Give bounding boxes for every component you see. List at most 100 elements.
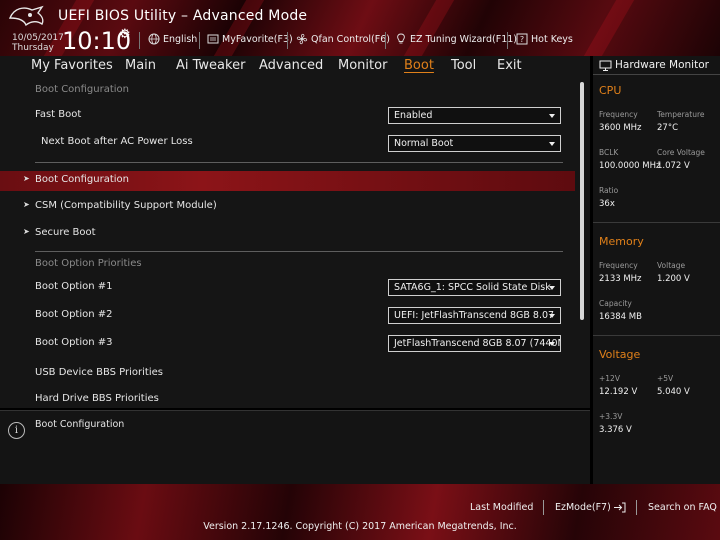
boot-option-3-select[interactable]: JetFlashTranscend 8GB 8.07 (7440MB) bbox=[388, 335, 561, 352]
boot-option-2-select[interactable]: UEFI: JetFlashTranscend 8GB 8.07 bbox=[388, 307, 561, 324]
last-modified-button[interactable]: Last Modified bbox=[470, 502, 533, 513]
boot-option-1-select[interactable]: SATA6G_1: SPCC Solid State Disk bbox=[388, 279, 561, 296]
memory-capacity-label: Capacity bbox=[599, 299, 632, 308]
header-divider bbox=[139, 32, 140, 49]
footer-divider bbox=[636, 500, 637, 515]
tab-advanced[interactable]: Advanced bbox=[259, 58, 323, 73]
myfavorite-label: MyFavorite(F3) bbox=[222, 33, 293, 45]
chevron-down-icon bbox=[549, 114, 555, 118]
favorite-icon bbox=[207, 34, 219, 44]
section-divider bbox=[35, 251, 563, 252]
next-boot-ac-loss-select[interactable]: Normal Boot bbox=[388, 135, 561, 152]
tab-ai-tweaker[interactable]: Ai Tweaker bbox=[176, 58, 245, 73]
search-faq-label: Search on FAQ bbox=[648, 502, 717, 513]
scrollbar[interactable] bbox=[580, 82, 584, 320]
header-divider bbox=[385, 32, 386, 49]
clock-settings-icon[interactable]: ⚙ bbox=[119, 27, 131, 42]
svg-text:?: ? bbox=[520, 35, 524, 44]
boot-settings-panel: Boot Configuration Fast Boot Enabled Nex… bbox=[0, 78, 590, 408]
myfavorite-button[interactable]: MyFavorite(F3) bbox=[207, 33, 293, 45]
hotkeys-icon: ? bbox=[516, 33, 528, 45]
chevron-right-icon: ➤ bbox=[23, 200, 30, 209]
cpu-core-voltage-value: 1.072 V bbox=[657, 161, 690, 171]
search-faq-button[interactable]: Search on FAQ bbox=[648, 502, 717, 513]
boot-option-2-label: Boot Option #2 bbox=[35, 309, 113, 320]
submenu-secure-boot[interactable]: ➤ Secure Boot bbox=[0, 224, 575, 244]
chevron-down-icon bbox=[549, 286, 555, 290]
qfan-control-label: Qfan Control(F6) bbox=[311, 33, 390, 45]
submenu-label: Boot Configuration bbox=[35, 174, 130, 185]
cpu-core-voltage-label: Core Voltage bbox=[657, 148, 705, 157]
ezmode-button[interactable]: EzMode(F7) bbox=[555, 502, 626, 513]
cpu-ratio-value: 36x bbox=[599, 199, 615, 209]
last-modified-label: Last Modified bbox=[470, 502, 534, 513]
hard-drive-bbs-priorities[interactable]: Hard Drive BBS Priorities bbox=[35, 393, 159, 404]
usb-device-bbs-priorities[interactable]: USB Device BBS Priorities bbox=[35, 367, 163, 378]
tab-boot[interactable]: Boot bbox=[404, 58, 434, 73]
voltage-12v-label: +12V bbox=[599, 374, 620, 383]
voltage-12v-value: 12.192 V bbox=[599, 387, 638, 397]
header-divider bbox=[199, 32, 200, 49]
language-label: English bbox=[163, 33, 198, 45]
hot-keys-label: Hot Keys bbox=[531, 33, 573, 45]
ez-tuning-wizard-button[interactable]: EZ Tuning Wizard(F11) bbox=[395, 33, 517, 45]
chevron-right-icon: ➤ bbox=[23, 227, 30, 236]
submenu-label: CSM (Compatibility Support Module) bbox=[35, 200, 217, 211]
tab-monitor[interactable]: Monitor bbox=[338, 58, 387, 73]
boot-option-1-label: Boot Option #1 bbox=[35, 281, 113, 292]
hardware-monitor-divider bbox=[593, 74, 720, 75]
fan-icon bbox=[296, 33, 308, 45]
tab-exit[interactable]: Exit bbox=[497, 58, 522, 73]
submenu-boot-configuration[interactable]: ➤ Boot Configuration bbox=[0, 171, 575, 191]
fast-boot-label: Fast Boot bbox=[35, 109, 82, 120]
cpu-frequency-label: Frequency bbox=[599, 110, 638, 119]
memory-frequency-label: Frequency bbox=[599, 261, 638, 270]
bulb-icon bbox=[397, 33, 405, 44]
cpu-bclk-value: 100.0000 MHz bbox=[599, 161, 661, 171]
chevron-down-icon bbox=[549, 342, 555, 346]
exit-to-ezmode-icon bbox=[613, 502, 626, 513]
section-divider bbox=[593, 335, 720, 336]
hardware-monitor-label: Hardware Monitor bbox=[615, 59, 709, 71]
help-panel: i Boot Configuration bbox=[0, 410, 590, 484]
submenu-label: Secure Boot bbox=[35, 227, 96, 238]
boot-configuration-heading: Boot Configuration bbox=[35, 84, 130, 95]
tab-tool[interactable]: Tool bbox=[451, 58, 476, 73]
tab-main[interactable]: Main bbox=[125, 58, 156, 73]
qfan-control-button[interactable]: Qfan Control(F6) bbox=[296, 33, 390, 45]
memory-voltage-value: 1.200 V bbox=[657, 274, 690, 284]
boot-option-2-value: UEFI: JetFlashTranscend 8GB 8.07 bbox=[394, 310, 555, 321]
memory-heading: Memory bbox=[599, 235, 644, 248]
chevron-right-icon: ➤ bbox=[23, 174, 30, 183]
copyright-text: Version 2.17.1246. Copyright (C) 2017 Am… bbox=[203, 521, 517, 532]
voltage-5v-value: 5.040 V bbox=[657, 387, 690, 397]
main-menu-bar: My Favorites Main Ai Tweaker Advanced Mo… bbox=[0, 56, 590, 78]
memory-voltage-label: Voltage bbox=[657, 261, 686, 270]
hot-keys-button[interactable]: ? Hot Keys bbox=[516, 33, 573, 45]
cpu-bclk-label: BCLK bbox=[599, 148, 619, 157]
boot-option-1-value: SATA6G_1: SPCC Solid State Disk bbox=[394, 282, 551, 293]
cpu-temperature-label: Temperature bbox=[657, 110, 705, 119]
tab-my-favorites[interactable]: My Favorites bbox=[31, 58, 113, 73]
voltage-5v-label: +5V bbox=[657, 374, 674, 383]
fast-boot-select[interactable]: Enabled bbox=[388, 107, 561, 124]
language-button[interactable]: English bbox=[148, 33, 197, 45]
info-icon: i bbox=[8, 422, 25, 439]
section-divider bbox=[35, 162, 563, 163]
title-bar: UEFI BIOS Utility – Advanced Mode 10/05/… bbox=[0, 0, 720, 56]
boot-option-3-value: JetFlashTranscend 8GB 8.07 (7440MB) bbox=[394, 338, 561, 349]
memory-frequency-value: 2133 MHz bbox=[599, 274, 642, 284]
boot-option-3-label: Boot Option #3 bbox=[35, 337, 113, 348]
chevron-down-icon bbox=[549, 314, 555, 318]
section-divider bbox=[593, 222, 720, 223]
header-divider bbox=[507, 32, 508, 49]
submenu-csm[interactable]: ➤ CSM (Compatibility Support Module) bbox=[0, 197, 575, 217]
voltage-heading: Voltage bbox=[599, 348, 641, 361]
hardware-monitor-title: Hardware Monitor bbox=[599, 59, 709, 71]
app-title: UEFI BIOS Utility – Advanced Mode bbox=[58, 8, 308, 24]
boot-option-priorities-heading: Boot Option Priorities bbox=[35, 258, 142, 269]
fast-boot-value: Enabled bbox=[394, 110, 433, 121]
monitor-icon bbox=[599, 60, 612, 71]
cpu-heading: CPU bbox=[599, 84, 622, 97]
globe-icon bbox=[148, 33, 160, 45]
